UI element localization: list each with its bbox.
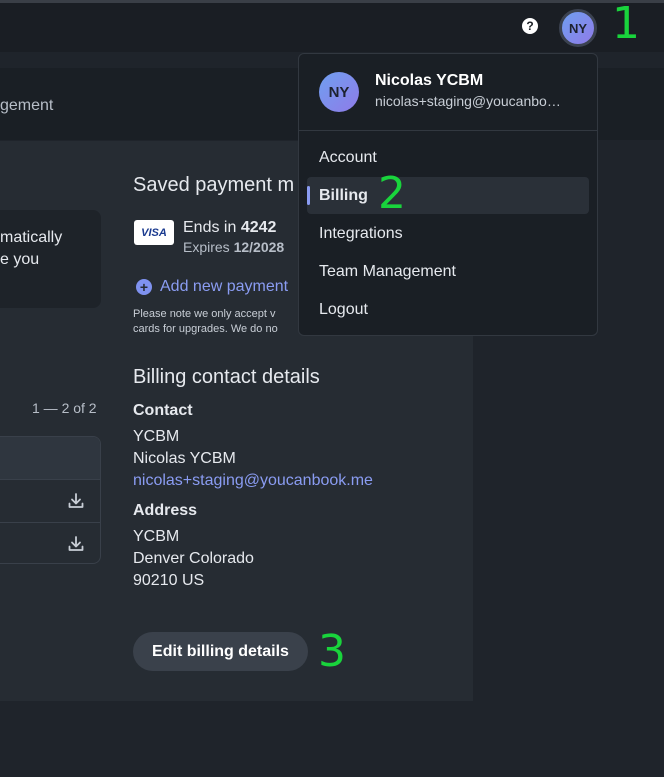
menu-item-integrations[interactable]: Integrations [307, 215, 589, 252]
invoice-pagination-count: 1 — 2 of 2 [32, 400, 97, 416]
active-indicator [307, 186, 310, 205]
payment-note-line-1: Please note we only accept v [133, 308, 276, 320]
download-icon[interactable] [66, 491, 86, 511]
contact-name: Nicolas YCBM [133, 450, 236, 467]
table-row [0, 480, 100, 523]
billing-contact-heading: Billing contact details [133, 366, 320, 388]
plus-circle-icon: + [136, 279, 152, 295]
add-payment-method-link[interactable]: + Add new payment [136, 278, 288, 296]
menu-item-label: Team Management [319, 262, 456, 280]
menu-user-email: nicolas+staging@youcanbo… [375, 93, 561, 109]
avatar-initials: NY [568, 20, 588, 36]
contact-label: Contact [133, 402, 193, 419]
address-zip: 90210 US [133, 572, 205, 589]
card-expiry-prefix: Expires [183, 239, 234, 255]
menu-avatar: NY [319, 72, 359, 112]
menu-divider [299, 130, 597, 131]
annotation-2: 2 [378, 168, 406, 219]
menu-item-label: Account [319, 148, 377, 166]
saved-payment-heading: Saved payment m [133, 174, 295, 196]
visa-card-icon: VISA [134, 220, 174, 245]
help-circle-icon[interactable]: ? [522, 18, 538, 34]
edit-billing-details-button[interactable]: Edit billing details [133, 632, 308, 671]
address-company: YCBM [133, 528, 180, 545]
invoice-table-header [0, 437, 100, 480]
notice-text-line-2: e you [0, 251, 40, 268]
menu-item-label: Logout [319, 300, 368, 318]
card-expiry-date: 12/2028 [233, 239, 285, 255]
address-label: Address [133, 502, 198, 519]
invoice-table [0, 436, 101, 564]
user-avatar-button[interactable]: NY [559, 9, 597, 47]
menu-item-account[interactable]: Account [307, 139, 589, 176]
menu-item-billing[interactable]: Billing [307, 177, 589, 214]
address-city: Denver Colorado [133, 550, 254, 567]
menu-item-team-management[interactable]: Team Management [307, 253, 589, 290]
card-ends-in: Ends in 4242 [183, 219, 276, 237]
user-dropdown-menu: NY Nicolas YCBM nicolas+staging@youcanbo… [298, 53, 598, 336]
add-payment-label: Add new payment [160, 278, 289, 295]
menu-item-logout[interactable]: Logout [307, 291, 589, 328]
menu-item-label: Integrations [319, 224, 403, 242]
payment-note-line-2: cards for upgrades. We do no [133, 323, 278, 335]
tab-team-management-partial[interactable]: gement [0, 97, 53, 115]
contact-email-link[interactable]: nicolas+staging@youcanbook.me [133, 472, 373, 490]
annotation-3: 3 [318, 626, 346, 677]
card-last-digits: 4242 [240, 219, 277, 236]
menu-avatar-initials: NY [328, 83, 350, 101]
annotation-1: 1 [612, 0, 640, 49]
notice-text-line-1: matically [0, 229, 63, 246]
card-ends-prefix: Ends in [183, 219, 241, 236]
menu-item-label: Billing [319, 186, 368, 204]
download-icon[interactable] [66, 534, 86, 554]
menu-user-name: Nicolas YCBM [375, 72, 484, 89]
card-expiry: Expires 12/2028 [183, 239, 284, 255]
contact-company: YCBM [133, 428, 180, 445]
table-row [0, 523, 100, 563]
